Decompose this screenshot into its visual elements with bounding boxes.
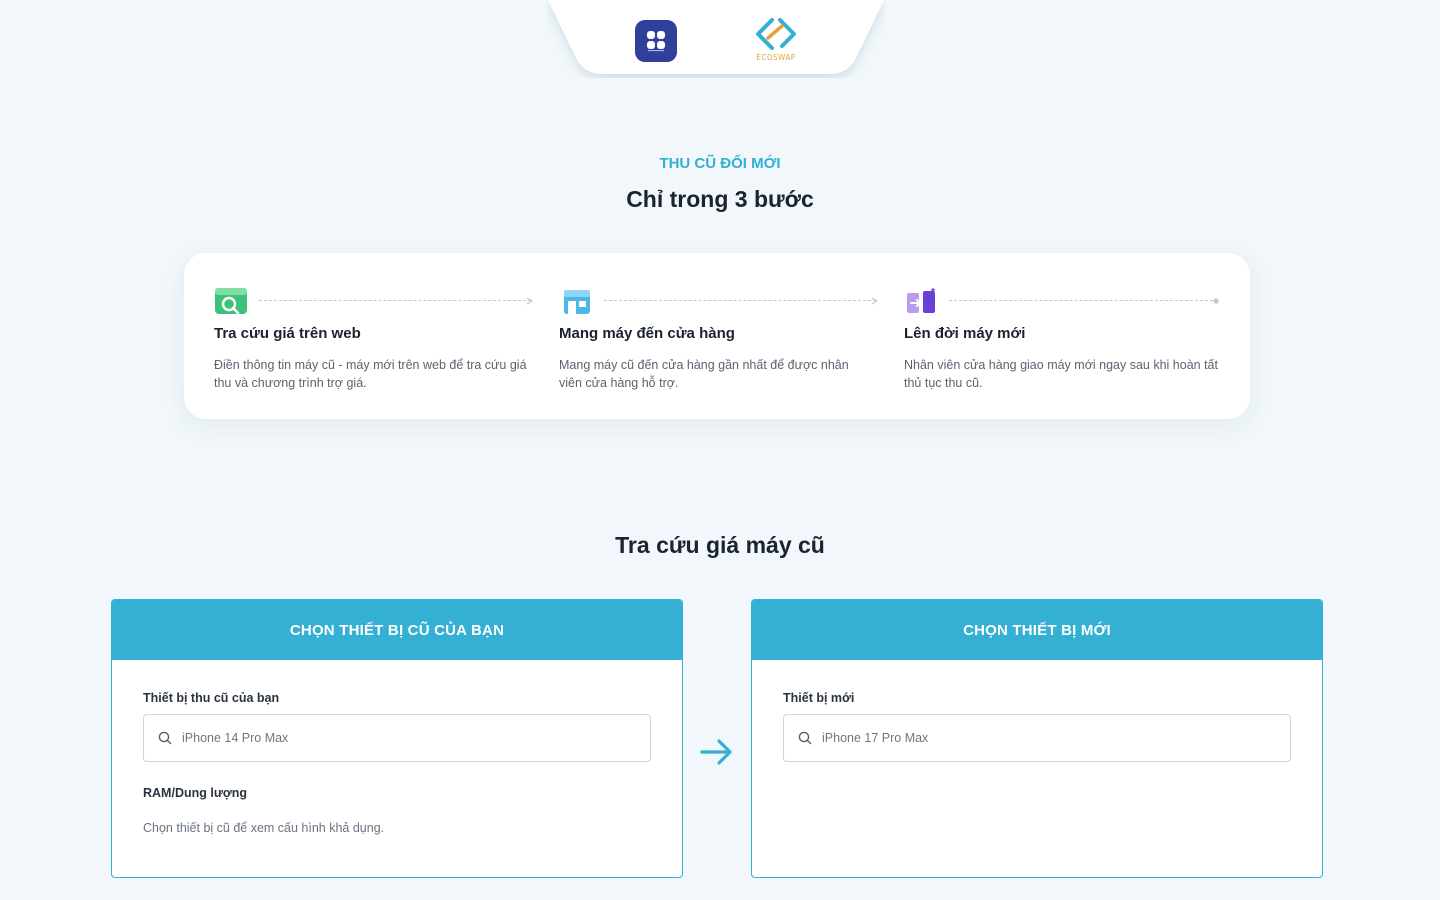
step-connector (259, 300, 531, 302)
old-device-label: Thiết bị thu cũ của bạn (143, 691, 280, 705)
new-device-label: Thiết bị mới (783, 691, 855, 705)
new-device-panel: CHỌN THIẾT BỊ MỚI Thiết bị mới (751, 599, 1323, 878)
step-title: Tra cứu giá trên web (214, 325, 361, 342)
page: ECOSWAP THU CŨ ĐỔI MỚI Chỉ trong 3 bước … (0, 0, 1440, 900)
step-connector (604, 300, 876, 302)
step-title: Mang máy đến cửa hàng (559, 325, 735, 342)
old-device-search-input[interactable] (182, 731, 622, 745)
steps-card: Tra cứu giá trên web Điền thông tin máy … (184, 253, 1250, 419)
ecoswap-logo[interactable]: ECOSWAP (752, 16, 800, 64)
brand-logo-tab: ECOSWAP (546, 0, 886, 78)
new-device-search-input[interactable] (822, 731, 1262, 745)
step-description: Nhân viên cửa hàng giao máy mới ngay sau… (904, 358, 1218, 390)
connector-end-dot (1213, 298, 1219, 304)
step-description: Điền thông tin máy cũ - máy mới trên web… (214, 358, 527, 390)
ecoswap-icon (756, 18, 796, 50)
old-device-search[interactable] (143, 714, 651, 762)
step-description: Mang máy cũ đến cửa hàng gần nhất để đượ… (559, 358, 849, 390)
search-icon (798, 731, 812, 745)
connector-arrow-icon (526, 297, 534, 305)
search-icon (158, 731, 172, 745)
logo-tab-background (548, 0, 884, 74)
ram-capacity-label: RAM/Dung lượng (143, 786, 248, 800)
new-device-panel-header: CHỌN THIẾT BỊ MỚI (752, 600, 1322, 660)
step-title: Lên đời máy mới (904, 325, 1026, 342)
ecoswap-wordmark: ECOSWAP (756, 53, 796, 62)
old-device-panel-header: CHỌN THIẾT BỊ CŨ CỦA BẠN (112, 600, 682, 660)
steps-title: Chỉ trong 3 bước (626, 186, 814, 212)
swap-device-icon (907, 288, 935, 313)
connector-arrow-icon (871, 297, 879, 305)
search-price-icon (215, 288, 247, 315)
lookup-title: Tra cứu giá máy cũ (615, 532, 825, 558)
app-grid-icon (647, 31, 665, 52)
store-icon (564, 290, 590, 314)
step-connector (949, 300, 1213, 302)
steps-eyebrow: THU CŨ ĐỔI MỚI (659, 155, 781, 172)
new-device-search[interactable] (783, 714, 1291, 762)
app-grid-logo[interactable] (635, 20, 677, 62)
ram-capacity-hint: Chọn thiết bị cũ để xem cấu hình khả dụn… (143, 821, 385, 835)
old-device-panel: CHỌN THIẾT BỊ CŨ CỦA BẠN Thiết bị thu cũ… (111, 599, 683, 878)
arrow-right-icon (700, 739, 732, 765)
